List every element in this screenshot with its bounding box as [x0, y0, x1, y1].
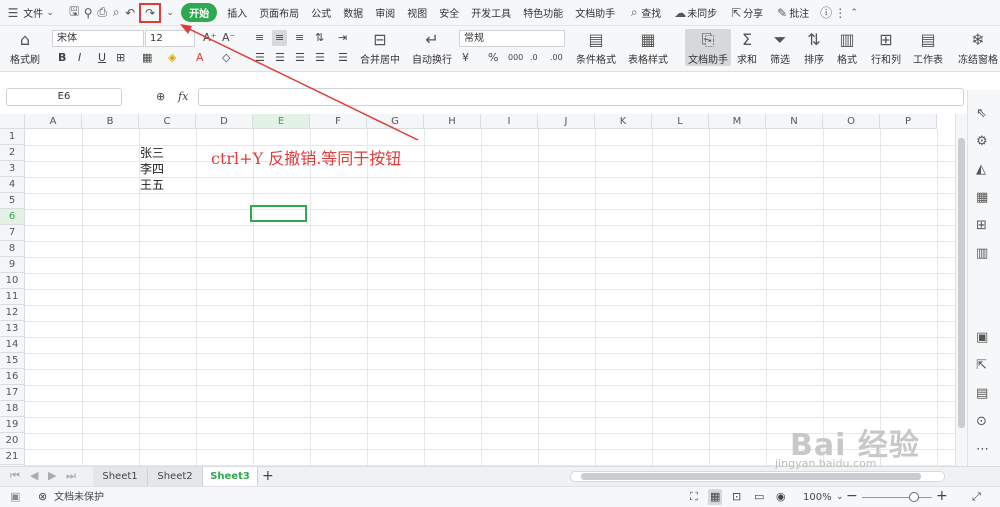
watermark-url: jingyan.baidu.com — [775, 457, 877, 470]
last-sheet-icon[interactable]: ⏭ — [66, 468, 76, 484]
zoom-out-icon[interactable]: − — [846, 488, 858, 504]
first-sheet-icon[interactable]: ⏮ — [10, 468, 20, 484]
expand-icon[interactable]: ⤢ — [972, 489, 981, 505]
sheet-tab-2[interactable]: Sheet2 — [148, 467, 203, 486]
protect-icon: ⊗ — [38, 490, 48, 503]
macro-icon[interactable]: ▣ — [10, 489, 20, 505]
horizontal-scrollbar[interactable] — [570, 471, 945, 482]
status-bar: ▣ ⊗ 文档未保护 ⛶ ▦ ⊡ ▭ ◉ 100% ⌄ − + ⤢ — [0, 486, 1000, 507]
normal-view-icon[interactable]: ▦ — [708, 489, 723, 505]
add-sheet-icon[interactable]: + — [262, 468, 274, 484]
protection-status[interactable]: 文档未保护 — [54, 490, 104, 506]
sheet-tab-3[interactable]: Sheet3 — [203, 467, 258, 486]
page-break-icon[interactable]: ⊡ — [732, 489, 741, 505]
prev-sheet-icon[interactable]: ◀ — [30, 468, 38, 484]
next-sheet-icon[interactable]: ▶ — [48, 468, 56, 484]
zoom-slider-track[interactable] — [862, 497, 932, 498]
page-layout-icon[interactable]: ▭ — [754, 489, 764, 505]
zoom-slider-handle[interactable] — [909, 492, 919, 502]
zoom-level[interactable]: 100% — [803, 490, 832, 506]
zoom-dropdown-icon[interactable]: ⌄ — [836, 489, 844, 505]
zoom-in-icon[interactable]: + — [936, 488, 948, 504]
sheet-tab-1[interactable]: Sheet1 — [93, 467, 148, 486]
eye-icon[interactable]: ◉ — [776, 489, 786, 505]
h-scroll-thumb[interactable] — [581, 473, 921, 480]
fullscreen-icon[interactable]: ⛶ — [690, 489, 698, 505]
